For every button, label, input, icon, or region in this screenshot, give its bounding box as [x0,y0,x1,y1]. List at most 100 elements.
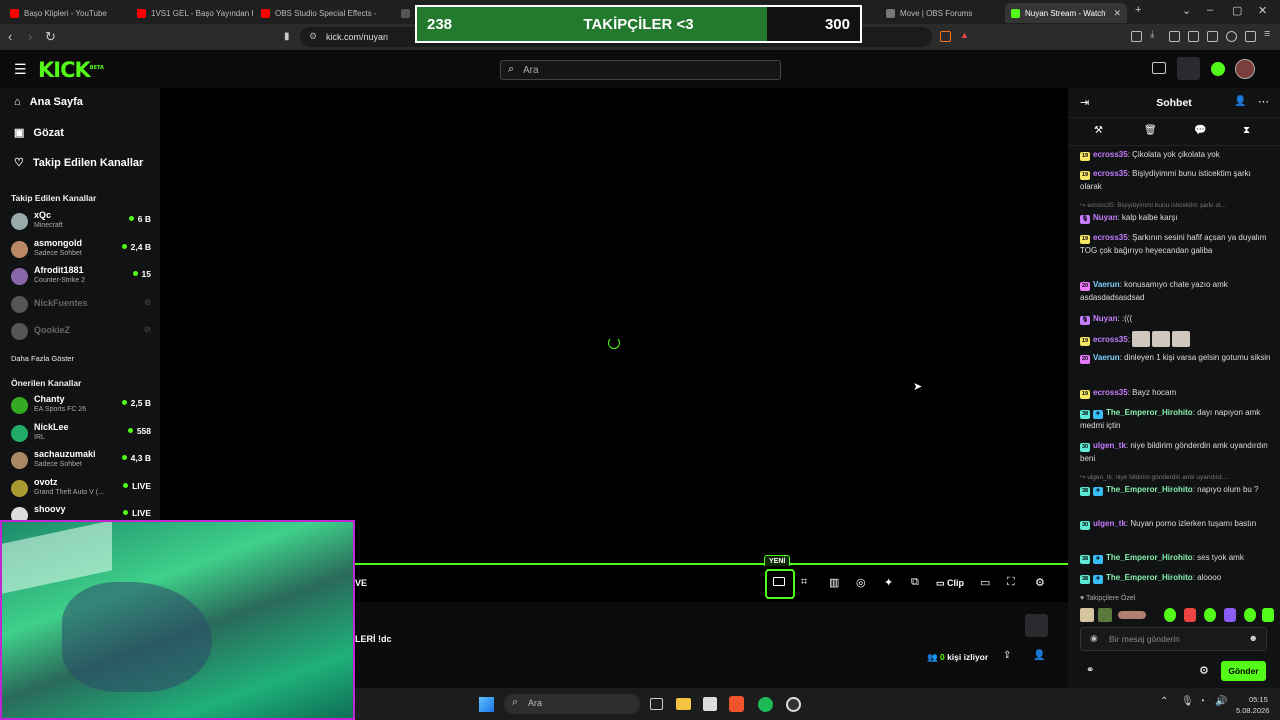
emote-icon[interactable] [1131,331,1150,347]
chat-username[interactable]: ecross35 [1093,169,1128,178]
chat-username[interactable]: The_Emperor_Hirohito [1106,553,1193,562]
chat-username[interactable]: ulgen_tk [1093,519,1126,528]
taskbar-search-input[interactable]: ⌕ Ara [504,694,640,714]
close-window-button[interactable]: ✕ [1258,4,1267,17]
chat-settings-icon[interactable]: ⚙ [1199,664,1209,677]
followed-channel[interactable]: QookieZ ⊘ [11,319,151,343]
sparkle-icon[interactable]: ✦ [884,576,893,589]
reload-button[interactable]: ↻ [45,29,56,45]
clock-date[interactable]: 5.08.2026 [1236,706,1269,715]
bookmark-icon[interactable]: ▮ [284,31,290,42]
chat-users-icon[interactable]: 👤 [1234,96,1246,107]
chat-username[interactable]: Nuyan [1093,314,1117,323]
emote-icon[interactable] [1184,608,1196,622]
microphone-icon[interactable]: 🎙 [1181,696,1194,707]
extensions-icon[interactable] [1131,31,1142,42]
site-info-icon[interactable]: ⚙ [309,31,317,42]
share-icon[interactable]: ⇪ [1003,650,1011,661]
theatre-mode-icon[interactable] [1152,62,1166,74]
chat-reply-preview[interactable]: ↪ ecross35: Bişiydiyimmi bunu isticektim… [1080,201,1272,209]
brave-shield-icon[interactable] [940,31,951,42]
fullscreen-icon[interactable]: ⛶ [1007,576,1015,589]
report-icon[interactable] [1025,614,1048,637]
search-input[interactable]: ⌕ Ara [500,60,781,80]
chat-username[interactable]: ecross35 [1093,150,1128,159]
points-icon[interactable]: ⚭ [1086,665,1094,676]
emote-icon[interactable] [1151,331,1170,347]
emoji-icon[interactable]: ☻ [1249,633,1258,643]
close-tab-icon[interactable]: ✕ [1113,8,1121,19]
chat-message-input[interactable]: ◉ Bir mesaj gönderin ☻ [1080,627,1267,651]
shield-icon[interactable] [1245,31,1256,42]
brave-browser-icon[interactable] [729,696,744,712]
tray-chevron-icon[interactable]: ⌃ [1160,696,1168,707]
emote-icon[interactable] [1262,608,1274,622]
sidebar-toggle-icon[interactable] [1188,31,1199,42]
followed-channel[interactable]: Afrodit1881 Counter-Strike 2 15 [11,264,151,288]
speed-icon[interactable]: ◎ [856,576,866,589]
share-icon[interactable] [1169,31,1180,42]
spotify-icon[interactable] [758,697,773,712]
stats-icon[interactable]: ▥ [829,576,839,589]
picture-in-picture-icon[interactable]: ⧉ [911,576,919,589]
chat-more-icon[interactable]: ⋯ [1258,95,1269,108]
recommended-channel[interactable]: sachauzumaki Sadece Sohbet 4,3 B [11,448,151,472]
download-icon[interactable]: ⤓ [1150,29,1161,40]
dashboard-icon[interactable] [1177,57,1200,80]
chat-bubble-icon[interactable]: 💬 [1194,125,1206,136]
browser-tab[interactable]: OBS Studio Special Effects - [255,3,393,23]
chat-reply-preview[interactable]: ↪ ulgen_tk: niye bildirim gönderdin amk … [1080,473,1272,481]
recommended-channel[interactable]: Chanty EA Sports FC 26 2,5 B [11,393,151,417]
followed-channel[interactable]: xQc Minecraft 6 B [11,209,151,233]
file-explorer-icon[interactable] [676,698,691,710]
forward-button[interactable]: › [28,29,32,44]
browser-tab[interactable]: Başo Klipleri - YouTube [4,3,129,23]
wallet-icon[interactable] [1207,31,1218,42]
hammer-icon[interactable]: ⚒ [1094,125,1103,136]
chat-username[interactable]: Vaerun [1093,280,1120,289]
kick-logo[interactable]: KICKBETA [38,58,104,82]
recommended-channel[interactable]: NickLee IRL 558 [11,421,151,445]
send-button[interactable]: Gönder [1221,661,1266,681]
hamburger-menu-icon[interactable]: ☰ [14,61,27,78]
emote-icon[interactable] [1244,608,1256,622]
browser-tab[interactable]: Move | OBS Forums [880,3,1000,23]
emote-icon[interactable] [1118,611,1146,619]
back-button[interactable]: ‹ [8,29,12,44]
tab-list-chevron-icon[interactable]: ⌄ [1182,4,1191,17]
wifi-icon[interactable]: ◔ [1199,696,1205,707]
store-icon[interactable] [703,697,717,711]
show-more-link[interactable]: Daha Fazla Göster [11,354,74,363]
crop-icon[interactable]: ⌗ [801,576,807,589]
maximize-button[interactable]: ▢ [1232,4,1242,17]
volume-icon[interactable]: 🔊 [1215,696,1227,707]
kick-studio-icon[interactable] [1211,62,1225,76]
chat-username[interactable]: ecross35 [1093,335,1128,344]
chat-username[interactable]: ecross35 [1093,388,1128,397]
task-view-icon[interactable] [650,698,663,710]
avatar[interactable] [1235,59,1255,79]
emote-icon[interactable] [1098,608,1112,622]
trash-icon[interactable]: 🗑 [1144,125,1157,136]
settings-gear-icon[interactable]: ⚙ [1035,576,1045,589]
theatre-icon[interactable]: ▭ [980,576,990,589]
emote-icon[interactable] [1224,608,1236,622]
chat-username[interactable]: The_Emperor_Hirohito [1106,573,1193,582]
chat-username[interactable]: ecross35 [1093,233,1128,242]
minimize-button[interactable]: – [1207,4,1213,16]
browser-tab[interactable]: Nuyan Stream - Watch ✕ [1005,3,1127,23]
clock-time[interactable]: 05:15 [1249,695,1268,704]
obs-icon[interactable] [786,697,801,712]
emote-icon[interactable] [1171,331,1190,347]
followed-channel[interactable]: asmongold Sadece Sohbet 2,4 B [11,237,151,261]
vpn-icon[interactable] [1226,31,1237,42]
sidebar-nav-item[interactable]: ▣ Gözat [14,126,64,140]
progress-bar[interactable] [355,563,1068,565]
camera-button[interactable] [765,569,795,599]
sidebar-nav-item[interactable]: ⌂ Ana Sayfa [14,96,83,108]
emote-icon[interactable] [1164,608,1176,622]
chat-username[interactable]: The_Emperor_Hirohito [1106,485,1193,494]
chat-username[interactable]: The_Emperor_Hirohito [1106,408,1193,417]
browser-tab[interactable]: Free [395,3,415,23]
hourglass-icon[interactable]: ⧗ [1243,125,1250,136]
